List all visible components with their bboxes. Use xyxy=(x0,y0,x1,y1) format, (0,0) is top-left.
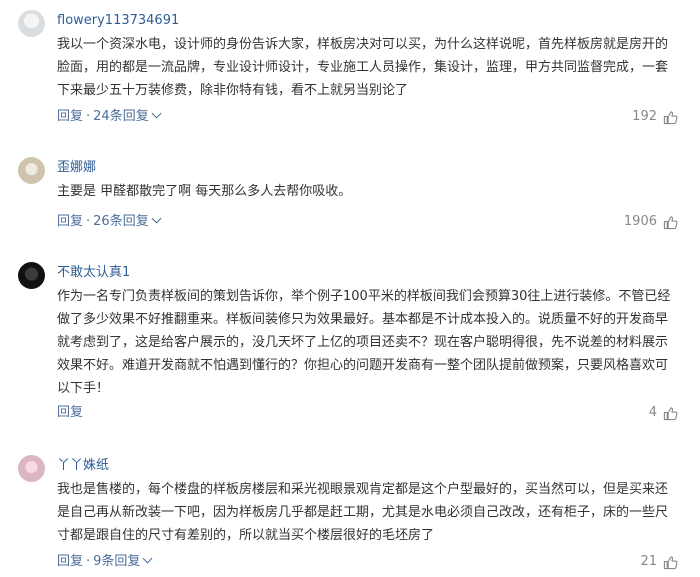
comment-actions: 回复 · 26条回复 xyxy=(57,213,162,230)
like-button[interactable]: 4 xyxy=(649,405,678,421)
like-count: 21 xyxy=(640,554,657,569)
replies-count: 9条回复 xyxy=(93,554,141,569)
chevron-down-icon xyxy=(151,108,162,119)
avatar[interactable] xyxy=(18,262,45,289)
avatar[interactable] xyxy=(18,455,45,482)
separator-dot: · xyxy=(86,554,91,569)
reply-button[interactable]: 回复 xyxy=(57,214,83,229)
avatar[interactable] xyxy=(18,157,45,184)
comment-text: 主要是 甲醛都散完了啊 每天那么多人去帮你吸收。 xyxy=(57,184,352,199)
view-replies-button[interactable]: 9条回复 xyxy=(93,553,153,569)
replies-count: 26条回复 xyxy=(93,214,149,229)
like-count: 192 xyxy=(632,109,657,124)
username[interactable]: 歪娜娜 xyxy=(57,160,96,176)
comment-text: 我也是售楼的，每个楼盘的样板房楼层和采光视眼景观肯定都是这个户型最好的，买当然可… xyxy=(57,482,669,543)
like-count: 4 xyxy=(648,405,657,420)
like-button[interactable]: 21 xyxy=(640,554,678,570)
reply-button[interactable]: 回复 xyxy=(57,405,83,420)
comment-text: 作为一名专门负责样板间的策划告诉你，举个例子100平米的样板间我们会预算30往上… xyxy=(57,289,671,396)
comment-text: 我以一个资深水电，设计师的身份告诉大家，样板房决对可以买，为什么这样说呢，首先样… xyxy=(57,37,669,98)
view-replies-button[interactable]: 26条回复 xyxy=(93,213,162,229)
comment-actions: 回复 · 9条回复 xyxy=(57,553,153,570)
chevron-down-icon xyxy=(142,553,153,564)
like-button[interactable]: 192 xyxy=(632,109,678,125)
comment-actions: 回复 · 24条回复 xyxy=(57,108,162,125)
comment-actions: 回复 xyxy=(57,405,83,421)
thumb-up-icon xyxy=(663,555,678,569)
thumb-up-icon xyxy=(663,110,678,124)
separator-dot: · xyxy=(86,109,91,124)
reply-button[interactable]: 回复 xyxy=(57,109,83,124)
chevron-down-icon xyxy=(151,213,162,224)
username[interactable]: flowery113734691 xyxy=(57,13,179,29)
username[interactable]: 不敢太认真1 xyxy=(57,265,130,281)
separator-dot: · xyxy=(86,214,91,229)
replies-count: 24条回复 xyxy=(93,109,149,124)
avatar[interactable] xyxy=(18,10,45,37)
like-count: 1906 xyxy=(623,214,657,229)
view-replies-button[interactable]: 24条回复 xyxy=(93,108,162,124)
username[interactable]: 丫丫姝纸 xyxy=(57,458,109,474)
like-button[interactable]: 1906 xyxy=(624,214,678,230)
thumb-up-icon xyxy=(663,406,678,420)
reply-button[interactable]: 回复 xyxy=(57,554,83,569)
thumb-up-icon xyxy=(663,215,678,229)
